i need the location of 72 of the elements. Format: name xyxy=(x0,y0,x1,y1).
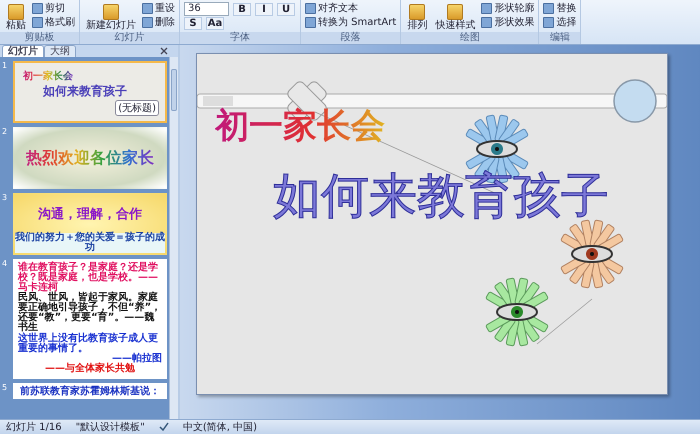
tool-icon xyxy=(481,3,492,14)
group-label: 幻灯片 xyxy=(80,32,179,44)
group-label: 绘图 xyxy=(401,32,538,44)
theme-name: "默认设计模板" xyxy=(76,420,145,434)
connector-line xyxy=(536,298,592,344)
ribbon-button[interactable]: 对齐文本 xyxy=(305,2,396,15)
format-button[interactable]: Aa xyxy=(206,17,224,30)
tool-icon xyxy=(481,17,492,28)
ribbon-button[interactable]: 替换 xyxy=(543,2,576,15)
scrollbar[interactable] xyxy=(169,57,178,419)
slide-thumbnail[interactable]: 谁在教育孩子？是家庭？还是学校？既是家庭，也是学校。——马卡连柯 民风、世风，皆起于家风。家庭要正确地引导孩子，不但“养”，还要“教”，更要“育”。——魏书生 这世界上没有比教育孩子成人更重要的事情了。 ——帕拉图 ——与全体家长共勉 xyxy=(13,259,167,379)
language-label: 中文(简体, 中国) xyxy=(182,420,258,434)
tool-icon xyxy=(142,17,153,28)
eye-drawing xyxy=(485,277,549,347)
tool-icon xyxy=(305,3,316,14)
slide-title: 前苏联教育家苏霍姆林斯基说： xyxy=(20,385,160,397)
slide-title: 初一家长会 xyxy=(23,68,73,82)
slide-thumbnail[interactable]: 沟通，理解，合作 我们的努力＋您的关爱＝孩子的成功 xyxy=(13,193,167,255)
group-label: 剪贴板 xyxy=(0,32,79,44)
slide-thumbnail[interactable]: 初一家长会 如何来教育孩子 (无标题) xyxy=(13,61,167,123)
ribbon-button[interactable]: 形状轮廓 xyxy=(481,2,534,15)
slide-number: 4 xyxy=(2,259,8,270)
ribbon-button[interactable]: 粘贴 xyxy=(4,2,28,31)
slide-number: 1 xyxy=(2,61,8,72)
ribbon-button[interactable]: 快速样式 xyxy=(433,2,478,31)
group-label: 字体 xyxy=(180,32,300,44)
tool-icon xyxy=(543,17,554,28)
format-button[interactable]: S xyxy=(184,17,202,30)
ribbon-button[interactable]: 删除 xyxy=(142,16,175,29)
quote-text: 民风、世风，皆起于家风。家庭要正确地引导孩子，不但“养”，还要“教”，更要“育”。——魏书生 xyxy=(18,293,162,333)
tool-icon xyxy=(543,3,554,14)
slide-subtitle: 如何来教育孩子 xyxy=(273,168,609,224)
slide-banner: 我们的努力＋您的关爱＝孩子的成功 xyxy=(15,233,165,253)
tool-icon xyxy=(447,4,464,20)
slide-thumbnail[interactable]: 前苏联教育家苏霍姆林斯基说： xyxy=(13,383,167,399)
eye-drawing xyxy=(560,219,624,289)
group-label: 段落 xyxy=(301,32,400,44)
pane-tab[interactable]: 幻灯片 xyxy=(2,45,44,57)
slide-number: 3 xyxy=(2,193,8,204)
slide-subtitle: 如何来教育孩子 xyxy=(43,82,127,100)
pane-tab[interactable]: 大纲 xyxy=(44,45,76,57)
ribbon-button[interactable]: 新建幻灯片 xyxy=(84,2,138,31)
slide-title: 沟通，理解，合作 xyxy=(38,206,142,223)
tool-icon xyxy=(32,3,43,14)
ribbon-button[interactable]: 排列 xyxy=(405,2,430,31)
ribbon-button[interactable]: 转换为 SmartArt xyxy=(305,16,396,29)
ribbon-button[interactable]: 形状效果 xyxy=(481,16,534,29)
group-label: 编辑 xyxy=(539,32,580,44)
tool-icon xyxy=(8,4,24,20)
font-size-field[interactable]: 36 xyxy=(184,2,229,16)
format-button[interactable]: B xyxy=(233,2,251,16)
format-button[interactable]: U xyxy=(277,2,295,16)
tool-icon xyxy=(409,4,426,20)
format-button[interactable]: I xyxy=(255,2,273,16)
tool-icon xyxy=(305,17,316,28)
close-icon[interactable] xyxy=(160,47,168,55)
ribbon-button[interactable]: 剪切 xyxy=(32,2,75,15)
ribbon-button[interactable]: 重设 xyxy=(142,2,175,15)
tool-icon xyxy=(142,3,153,14)
ribbon-button[interactable]: 选择 xyxy=(543,16,576,29)
quote-text: 这世界上没有比教育孩子成人更重要的事情了。 xyxy=(18,334,158,354)
slide-title: 热烈欢迎各位家长 xyxy=(26,148,154,168)
ribbon-button[interactable]: 格式刷 xyxy=(32,16,75,29)
quote-text: ——与全体家长共勉 xyxy=(44,364,135,374)
quote-text: ——帕拉图 xyxy=(112,354,162,364)
untitled-label: (无标题) xyxy=(115,100,159,116)
slide-counter: 幻灯片 1/16 xyxy=(6,420,62,434)
tool-icon xyxy=(32,17,43,28)
check-icon[interactable] xyxy=(158,422,169,432)
slide-number: 5 xyxy=(2,383,8,394)
slide-number: 2 xyxy=(2,127,8,138)
tool-icon xyxy=(103,4,119,20)
